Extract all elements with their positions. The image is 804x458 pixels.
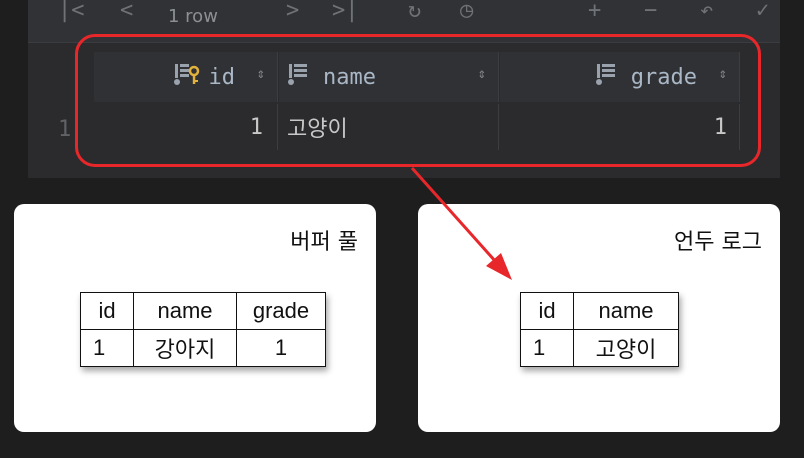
connector-arrow-line xyxy=(410,167,498,263)
arrow-overlay xyxy=(410,167,512,280)
